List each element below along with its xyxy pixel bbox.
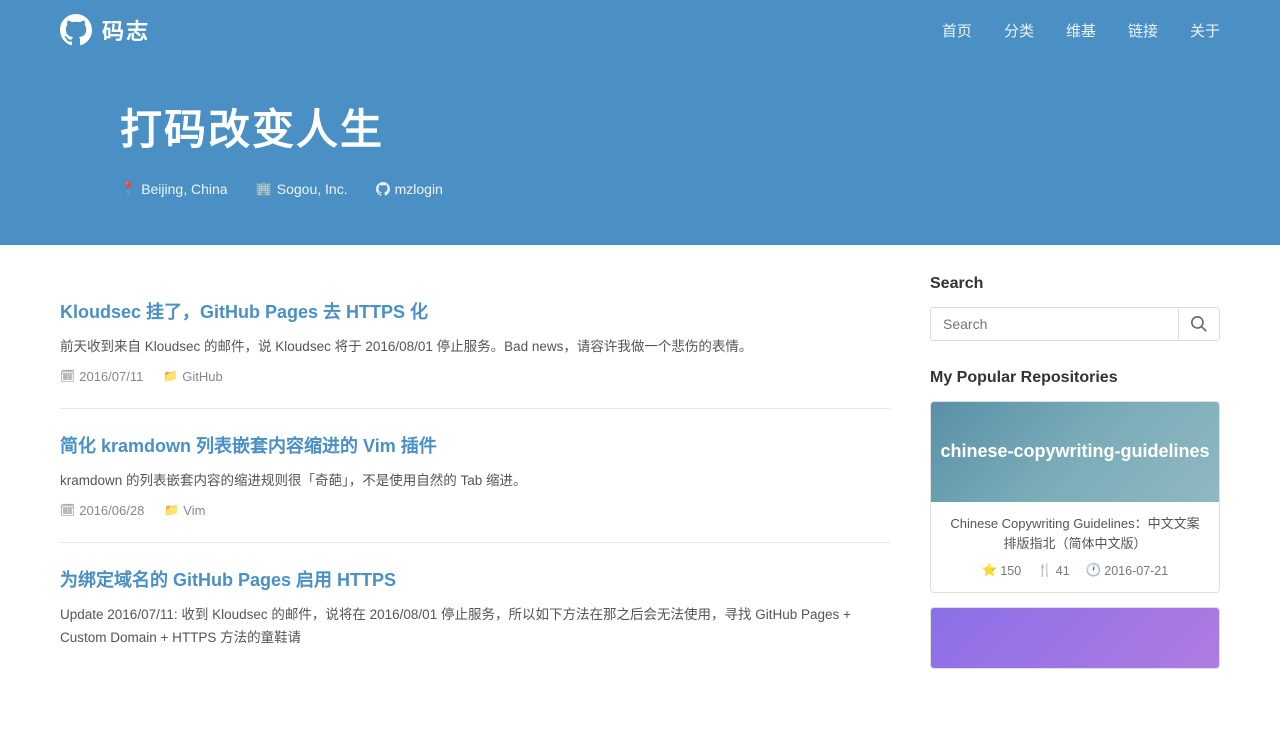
post-date-1: 🗓 2016/06/28 xyxy=(60,503,144,518)
site-header: 码志 首页 分类 维基 链接 关于 打码改变人生 📍 Beijing, Chin… xyxy=(0,0,1280,245)
search-input[interactable] xyxy=(931,308,1178,340)
nav-about[interactable]: 关于 xyxy=(1190,20,1220,41)
folder-icon-0: 📁 xyxy=(163,369,178,383)
company-icon: 🏢 xyxy=(256,181,272,197)
repo-card-0[interactable]: chinese-copywriting-guidelines Chinese C… xyxy=(930,401,1220,593)
meta-github-text: mzlogin xyxy=(395,181,443,197)
search-button[interactable] xyxy=(1178,308,1219,340)
hero-title: 打码改变人生 xyxy=(120,96,1160,157)
post-excerpt-1: kramdown 的列表嵌套内容的缩进规则很「奇葩」，不是使用自然的 Tab 缩… xyxy=(60,470,890,493)
meta-company: 🏢 Sogou, Inc. xyxy=(256,181,348,197)
repo-card-1[interactable] xyxy=(930,607,1220,669)
search-box xyxy=(930,307,1220,341)
post-category-1: 📁 Vim xyxy=(164,503,205,518)
post-title-0[interactable]: Kloudsec 挂了，GitHub Pages 去 HTTPS 化 xyxy=(60,299,890,326)
hero-section: 打码改变人生 📍 Beijing, China 🏢 Sogou, Inc. mz… xyxy=(60,60,1220,245)
star-icon-0: ⭐ xyxy=(982,563,998,578)
repo-card-desc-0: Chinese Copywriting Guidelines：中文文案排版指北（… xyxy=(945,514,1205,553)
meta-company-text: Sogou, Inc. xyxy=(277,181,348,197)
calendar-icon-1: 🗓 xyxy=(60,503,75,517)
clock-icon-0: 🕐 xyxy=(1086,563,1102,578)
main-content: Kloudsec 挂了，GitHub Pages 去 HTTPS 化 前天收到来… xyxy=(0,245,1280,737)
repo-card-stats-0: ⭐ 150 🍴 41 🕐 2016-07-21 xyxy=(945,563,1205,578)
hero-meta: 📍 Beijing, China 🏢 Sogou, Inc. mzlogin xyxy=(120,181,1160,197)
post-category-0: 📁 GitHub xyxy=(163,369,222,384)
nav-bar: 码志 首页 分类 维基 链接 关于 xyxy=(60,0,1220,60)
post-excerpt-2: Update 2016/07/11: 收到 Kloudsec 的邮件，说将在 2… xyxy=(60,604,890,650)
repo-date-0: 🕐 2016-07-21 xyxy=(1086,563,1169,578)
nav-categories[interactable]: 分类 xyxy=(1004,20,1034,41)
github-logo-icon xyxy=(60,14,92,46)
post-item-0: Kloudsec 挂了，GitHub Pages 去 HTTPS 化 前天收到来… xyxy=(60,275,890,409)
nav-links-item[interactable]: 链接 xyxy=(1128,20,1158,41)
post-meta-0: 🗓 2016/07/11 📁 GitHub xyxy=(60,369,890,384)
site-logo-text: 码志 xyxy=(102,14,150,46)
repo-forks-0: 🍴 41 xyxy=(1037,563,1069,578)
post-title-2[interactable]: 为绑定域名的 GitHub Pages 启用 HTTPS xyxy=(60,567,890,594)
nav-wiki[interactable]: 维基 xyxy=(1066,20,1096,41)
logo-area: 码志 xyxy=(60,14,150,46)
repos-section-title: My Popular Repositories xyxy=(930,369,1220,387)
posts-column: Kloudsec 挂了，GitHub Pages 去 HTTPS 化 前天收到来… xyxy=(60,275,930,697)
fork-icon-0: 🍴 xyxy=(1037,563,1053,578)
folder-icon-1: 📁 xyxy=(164,503,179,517)
post-item-2: 为绑定域名的 GitHub Pages 启用 HTTPS Update 2016… xyxy=(60,543,890,684)
meta-github: mzlogin xyxy=(376,181,443,197)
post-excerpt-0: 前天收到来自 Kloudsec 的邮件，说 Kloudsec 将于 2016/0… xyxy=(60,336,890,359)
repo-card-image-0: chinese-copywriting-guidelines xyxy=(931,402,1219,502)
search-icon xyxy=(1191,316,1207,332)
sidebar-repos-section: My Popular Repositories chinese-copywrit… xyxy=(930,369,1220,669)
nav-home[interactable]: 首页 xyxy=(942,20,972,41)
repo-card-name-0: chinese-copywriting-guidelines xyxy=(932,432,1217,471)
repo-card-image-1 xyxy=(931,608,1219,668)
search-section-title: Search xyxy=(930,275,1220,293)
github-small-icon xyxy=(376,182,390,196)
meta-location-text: Beijing, China xyxy=(141,181,227,197)
post-meta-1: 🗓 2016/06/28 📁 Vim xyxy=(60,503,890,518)
sidebar: Search My Popular Repositories chinese-c… xyxy=(930,275,1220,697)
calendar-icon-0: 🗓 xyxy=(60,369,75,383)
location-icon: 📍 xyxy=(120,181,136,197)
post-item-1: 简化 kramdown 列表嵌套内容缩进的 Vim 插件 kramdown 的列… xyxy=(60,409,890,543)
repo-card-body-0: Chinese Copywriting Guidelines：中文文案排版指北（… xyxy=(931,502,1219,592)
meta-location: 📍 Beijing, China xyxy=(120,181,228,197)
post-date-0: 🗓 2016/07/11 xyxy=(60,369,143,384)
repo-stars-0: ⭐ 150 xyxy=(982,563,1021,578)
sidebar-search-section: Search xyxy=(930,275,1220,341)
nav-links: 首页 分类 维基 链接 关于 xyxy=(942,20,1220,41)
post-title-1[interactable]: 简化 kramdown 列表嵌套内容缩进的 Vim 插件 xyxy=(60,433,890,460)
